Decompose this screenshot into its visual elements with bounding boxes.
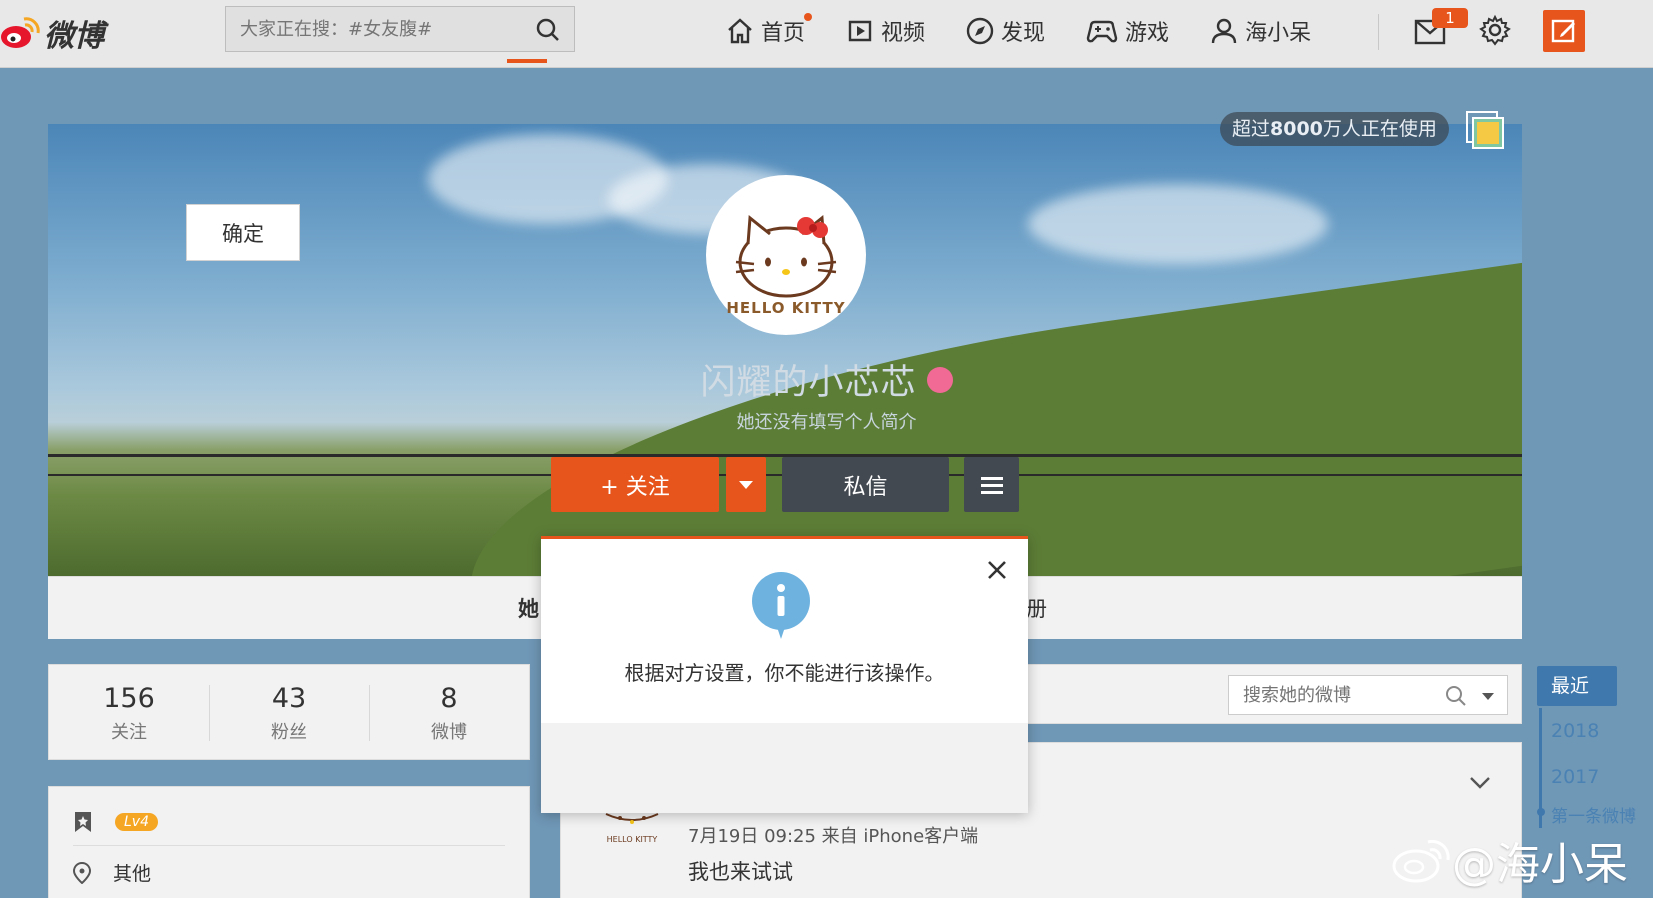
global-search-input[interactable] bbox=[226, 7, 526, 51]
more-menu-button[interactable] bbox=[964, 457, 1019, 512]
nav-profile-label: 海小呆 bbox=[1245, 21, 1312, 46]
profile-bio: 她还没有填写个人简介 bbox=[736, 412, 917, 433]
notification-dot bbox=[804, 13, 813, 21]
nav-video[interactable]: 视频 bbox=[845, 15, 925, 47]
stat-label: 微博 bbox=[431, 722, 467, 743]
close-icon[interactable] bbox=[986, 559, 1008, 581]
timeline-nav: 最近 2018 2017 第一条微博 bbox=[1537, 666, 1636, 828]
stat-value: 43 bbox=[271, 683, 307, 714]
level-badge[interactable]: Lv4 bbox=[115, 813, 158, 831]
nav-discover-label: 发现 bbox=[1001, 21, 1046, 46]
users-badge-suffix: 万人正在使用 bbox=[1322, 118, 1437, 140]
level-row: Lv4 bbox=[73, 811, 158, 833]
confirm-button[interactable]: 确定 bbox=[186, 204, 300, 261]
profile-avatar[interactable]: HELLO KITTY bbox=[706, 175, 866, 335]
hello-kitty-avatar-icon bbox=[735, 215, 837, 298]
divider bbox=[73, 845, 505, 846]
hamburger-icon bbox=[980, 476, 1003, 494]
active-tab-indicator bbox=[507, 59, 547, 63]
cloud bbox=[1028, 184, 1328, 264]
nav-profile[interactable]: 海小呆 bbox=[1209, 15, 1311, 47]
info-icon bbox=[752, 572, 810, 639]
video-icon bbox=[848, 20, 872, 42]
watermark: @海小呆 bbox=[1392, 828, 1628, 892]
logo-text: 微博 bbox=[44, 19, 104, 54]
nav-video-label: 视频 bbox=[881, 21, 926, 46]
location-pin-icon bbox=[73, 861, 91, 884]
timeline-dot bbox=[1537, 808, 1545, 816]
caret-down-icon bbox=[739, 480, 753, 489]
compass-icon bbox=[966, 17, 994, 45]
timeline-year-2018[interactable]: 2018 bbox=[1551, 720, 1599, 742]
nav-home[interactable]: 首页 bbox=[725, 13, 813, 47]
nav-discover[interactable]: 发现 bbox=[965, 15, 1045, 47]
dialog-footer bbox=[541, 723, 1028, 813]
follow-button[interactable]: + 关注 bbox=[551, 457, 719, 512]
profile-stats: 156 关注 43 粉丝 8 微博 bbox=[48, 664, 530, 760]
global-search bbox=[225, 6, 575, 52]
search-icon[interactable] bbox=[1445, 685, 1467, 707]
post-meta[interactable]: 7月19日 09:25 来自 iPhone客户端 bbox=[688, 822, 978, 848]
post-text: 我也来试试 bbox=[688, 860, 793, 884]
nav-home-label: 首页 bbox=[761, 21, 806, 46]
follow-dropdown-button[interactable] bbox=[726, 457, 766, 512]
caret-down-icon[interactable] bbox=[1481, 692, 1495, 701]
top-nav-bar: 微博 首页 视频 发现 bbox=[0, 0, 1653, 68]
stat-label: 关注 bbox=[111, 722, 147, 743]
alert-dialog: 根据对方设置，你不能进行该操作。 bbox=[541, 536, 1028, 813]
weibo-logo[interactable]: 微博 bbox=[0, 8, 104, 58]
stat-posts[interactable]: 8 微博 bbox=[369, 665, 529, 759]
users-badge-number: 8000 bbox=[1270, 118, 1323, 140]
tab-her-home[interactable]: 她 bbox=[518, 593, 539, 623]
timeline-year-2017[interactable]: 2017 bbox=[1551, 766, 1599, 788]
stat-value: 8 bbox=[440, 683, 458, 714]
feed-search bbox=[1228, 675, 1508, 715]
watermark-text: @海小呆 bbox=[1452, 839, 1628, 890]
stat-value: 156 bbox=[103, 683, 155, 714]
dialog-message: 根据对方设置，你不能进行该操作。 bbox=[624, 661, 945, 685]
bookmark-icon bbox=[75, 812, 91, 832]
post-avatar-caption: HELLO KITTY bbox=[607, 835, 658, 844]
female-icon bbox=[926, 366, 953, 393]
profile-name-row: 闪耀的小芯芯 bbox=[0, 354, 1653, 405]
compose-button[interactable] bbox=[1543, 10, 1585, 52]
stat-label: 粉丝 bbox=[271, 722, 307, 743]
gear-icon[interactable] bbox=[1479, 14, 1511, 46]
profile-name: 闪耀的小芯芯 bbox=[700, 363, 917, 403]
mail-badge: 1 bbox=[1432, 8, 1468, 28]
weibo-logo-icon bbox=[1, 17, 40, 48]
nav-games[interactable]: 游戏 bbox=[1085, 15, 1169, 47]
weibo-watermark-icon bbox=[1392, 839, 1450, 883]
avatar-caption: HELLO KITTY bbox=[726, 299, 846, 317]
chevron-down-icon[interactable] bbox=[1468, 770, 1492, 794]
user-icon bbox=[1211, 18, 1237, 44]
stat-following[interactable]: 156 关注 bbox=[49, 665, 209, 759]
stat-followers[interactable]: 43 粉丝 bbox=[209, 665, 369, 759]
users-count-badge: 超过8000万人正在使用 bbox=[1220, 112, 1449, 146]
profile-info-panel: Lv4 其他 bbox=[48, 786, 530, 898]
timeline-first-post[interactable]: 第一条微博 bbox=[1551, 802, 1636, 827]
nav-divider bbox=[1378, 14, 1379, 50]
location-text: 其他 bbox=[113, 863, 152, 885]
private-message-button[interactable]: 私信 bbox=[782, 457, 949, 512]
tab-album[interactable]: 册 bbox=[1026, 593, 1047, 623]
location-row: 其他 bbox=[73, 859, 151, 886]
feed-search-input[interactable] bbox=[1229, 676, 1439, 714]
home-icon bbox=[728, 18, 752, 44]
timeline-recent[interactable]: 最近 bbox=[1537, 666, 1617, 706]
search-icon[interactable] bbox=[536, 18, 560, 42]
main-nav: 首页 视频 发现 游戏 海小呆 bbox=[725, 0, 1351, 62]
nav-games-label: 游戏 bbox=[1125, 21, 1170, 46]
post-avatar-icon[interactable]: HELLO KITTY bbox=[600, 810, 664, 846]
gamepad-icon bbox=[1086, 20, 1118, 43]
users-badge-prefix: 超过 bbox=[1232, 118, 1271, 140]
change-cover-icon[interactable] bbox=[1465, 110, 1505, 150]
edit-icon bbox=[1551, 19, 1575, 43]
